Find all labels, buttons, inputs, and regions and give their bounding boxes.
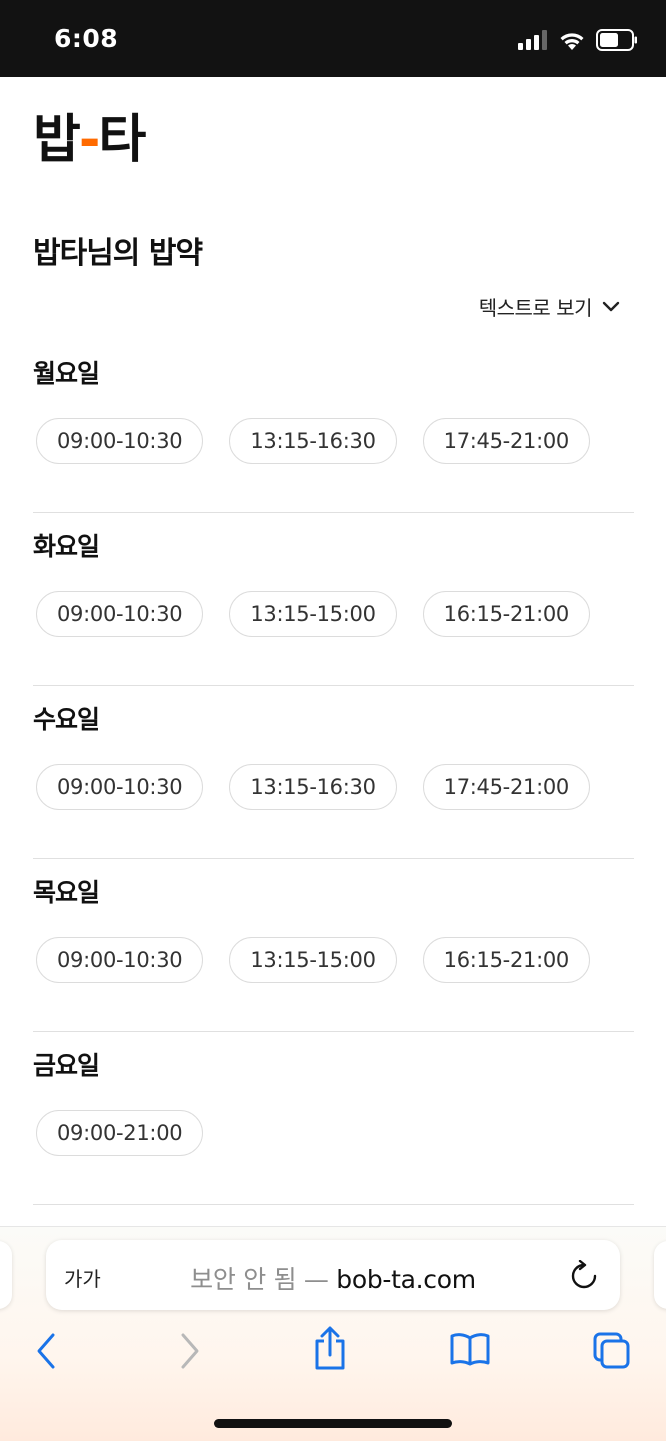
- previous-tab-preview[interactable]: [0, 1241, 12, 1309]
- browser-toolbar: [0, 1326, 666, 1381]
- url-display[interactable]: 보안 안 됨 — bob-ta.com: [46, 1260, 620, 1296]
- time-slot[interactable]: 16:15-21:00: [422, 937, 590, 983]
- time-slot[interactable]: 09:00-10:30: [36, 418, 204, 464]
- time-slot[interactable]: 17:45-21:00: [422, 764, 590, 810]
- status-icons: [518, 28, 638, 52]
- next-tab-preview[interactable]: [654, 1241, 666, 1309]
- time-slots: 09:00-10:30 13:15-15:00 16:15-21:00: [36, 591, 590, 637]
- time-slots: 09:00-21:00: [36, 1110, 204, 1156]
- time-slot[interactable]: 16:15-21:00: [422, 591, 590, 637]
- day-tuesday: 화요일 09:00-10:30 13:15-15:00 16:15-21:00: [33, 513, 634, 686]
- page-title: 밥타님의 밥약: [33, 236, 203, 271]
- bookmarks-icon[interactable]: [449, 1331, 491, 1367]
- forward-icon[interactable]: [178, 1331, 202, 1371]
- schedule-list: 월요일 09:00-10:30 13:15-16:30 17:45-21:00 …: [33, 340, 634, 1205]
- time-slot[interactable]: 09:00-10:30: [36, 591, 204, 637]
- time-slots: 09:00-10:30 13:15-16:30 17:45-21:00: [36, 418, 590, 464]
- day-label: 금요일: [33, 1051, 100, 1080]
- day-label: 목요일: [33, 878, 100, 907]
- signal-icon: [518, 30, 547, 50]
- day-monday: 월요일 09:00-10:30 13:15-16:30 17:45-21:00: [33, 340, 634, 513]
- domain-label: bob-ta.com: [336, 1265, 476, 1294]
- day-wednesday: 수요일 09:00-10:30 13:15-16:30 17:45-21:00: [33, 686, 634, 859]
- day-label: 월요일: [33, 359, 100, 388]
- status-time: 6:08: [54, 24, 119, 53]
- day-friday: 금요일 09:00-21:00: [33, 1032, 634, 1205]
- time-slot[interactable]: 13:15-16:30: [229, 764, 397, 810]
- time-slot[interactable]: 17:45-21:00: [422, 418, 590, 464]
- day-thursday: 목요일 09:00-10:30 13:15-15:00 16:15-21:00: [33, 859, 634, 1032]
- browser-bottom-bar: 가가 보안 안 됨 — bob-ta.com: [0, 1226, 666, 1441]
- day-label: 수요일: [33, 705, 100, 734]
- day-label: 화요일: [33, 532, 100, 561]
- wifi-icon: [560, 32, 584, 50]
- battery-icon: [596, 29, 637, 51]
- status-bar: 6:08: [0, 0, 666, 77]
- reload-icon[interactable]: [570, 1260, 598, 1290]
- time-slot[interactable]: 13:15-15:00: [229, 937, 397, 983]
- insecure-label: 보안 안 됨 —: [190, 1265, 329, 1294]
- text-view-label: 텍스트로 보기: [478, 296, 593, 320]
- time-slot[interactable]: 13:15-15:00: [229, 591, 397, 637]
- brand-logo[interactable]: 밥-타: [33, 114, 146, 166]
- time-slot[interactable]: 09:00-10:30: [36, 937, 204, 983]
- address-bar[interactable]: 가가 보안 안 됨 — bob-ta.com: [46, 1240, 620, 1310]
- time-slot[interactable]: 09:00-21:00: [36, 1110, 204, 1156]
- text-view-toggle[interactable]: 텍스트로 보기: [479, 292, 620, 321]
- share-icon[interactable]: [312, 1325, 348, 1371]
- time-slots: 09:00-10:30 13:15-15:00 16:15-21:00: [36, 937, 590, 983]
- chevron-down-icon: [602, 301, 620, 311]
- time-slots: 09:00-10:30 13:15-16:30 17:45-21:00: [36, 764, 590, 810]
- time-slot[interactable]: 13:15-16:30: [229, 418, 397, 464]
- tabs-icon[interactable]: [592, 1331, 632, 1371]
- home-indicator[interactable]: [214, 1419, 452, 1428]
- back-icon[interactable]: [34, 1331, 58, 1371]
- time-slot[interactable]: 09:00-10:30: [36, 764, 204, 810]
